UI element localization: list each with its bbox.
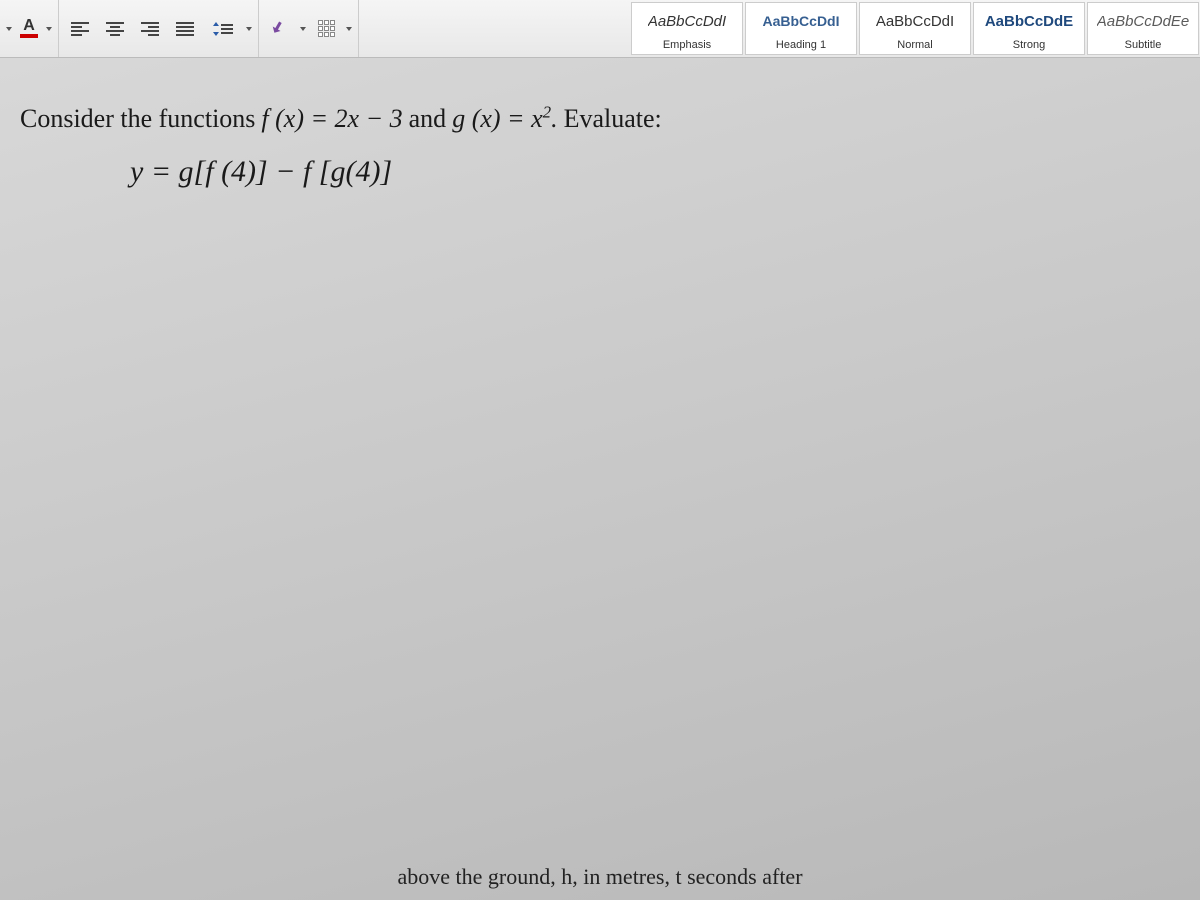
font-color-group: A [0, 0, 59, 57]
style-emphasis[interactable]: AaBbCcDdI Emphasis [631, 2, 743, 55]
line-spacing-dropdown[interactable] [244, 11, 254, 47]
style-normal[interactable]: AaBbCcDdI Normal [859, 2, 971, 55]
math-gx: g (x) = x2. [452, 98, 557, 140]
highlight-dropdown[interactable] [4, 27, 14, 31]
flip-icon [271, 20, 289, 38]
style-name: Emphasis [663, 37, 711, 53]
partial-next-page-text: above the ground, h, in metres, t second… [397, 864, 802, 890]
math-gx-exp: 2 [543, 102, 551, 121]
ribbon-toolbar: A [0, 0, 1200, 58]
document-area[interactable]: Consider the functions f (x) = 2x − 3 an… [0, 58, 1200, 900]
line-spacing-icon [213, 22, 233, 36]
borders-dropdown[interactable] [344, 11, 354, 47]
style-preview: AaBbCcDdEe [1097, 5, 1190, 37]
partial-text-content: above the ground, h, in metres, t second… [397, 864, 802, 889]
problem-line-1: Consider the functions f (x) = 2x − 3 an… [20, 98, 1180, 140]
style-strong[interactable]: AaBbCcDdE Strong [973, 2, 1085, 55]
style-name: Subtitle [1125, 37, 1162, 53]
style-name: Strong [1013, 37, 1045, 53]
math-gx-base: g (x) = x [452, 104, 542, 133]
problem-expression: y = g[f (4)] − f [g(4)] [20, 148, 1180, 196]
font-color-dropdown[interactable] [44, 11, 54, 47]
style-name: Heading 1 [776, 37, 826, 53]
paragraph-group [59, 0, 259, 57]
style-subtitle[interactable]: AaBbCcDdEe Subtitle [1087, 2, 1199, 55]
math-gx-dot: . [551, 104, 558, 133]
align-left-button[interactable] [63, 11, 97, 47]
style-preview: AaBbCcDdE [985, 5, 1073, 37]
align-justify-button[interactable] [168, 11, 202, 47]
styles-gallery: AaBbCcDdI Emphasis AaBbCcDdI Heading 1 A… [630, 0, 1200, 57]
align-center-icon [106, 22, 124, 36]
text-effects-button[interactable] [263, 11, 297, 47]
text-and: and [409, 98, 447, 140]
style-preview: AaBbCcDdI [762, 5, 839, 37]
line-spacing-button[interactable] [203, 11, 243, 47]
align-center-button[interactable] [98, 11, 132, 47]
text-evaluate: Evaluate: [564, 98, 662, 140]
text-effects-dropdown[interactable] [298, 11, 308, 47]
font-color-swatch [20, 34, 38, 38]
align-right-button[interactable] [133, 11, 167, 47]
text-consider: Consider the functions [20, 98, 255, 140]
misc-group [259, 0, 359, 57]
math-fx: f (x) = 2x − 3 [261, 98, 402, 140]
font-color-letter: A [23, 19, 35, 33]
borders-button[interactable] [309, 11, 343, 47]
document-content: Consider the functions f (x) = 2x − 3 an… [0, 98, 1180, 196]
borders-icon [318, 20, 335, 37]
style-name: Normal [897, 37, 932, 53]
align-justify-icon [176, 22, 194, 36]
style-preview: AaBbCcDdI [648, 5, 726, 37]
align-left-icon [71, 22, 89, 36]
align-right-icon [141, 22, 159, 36]
style-preview: AaBbCcDdI [876, 5, 954, 37]
font-color-button[interactable]: A [15, 11, 43, 47]
style-heading-1[interactable]: AaBbCcDdI Heading 1 [745, 2, 857, 55]
